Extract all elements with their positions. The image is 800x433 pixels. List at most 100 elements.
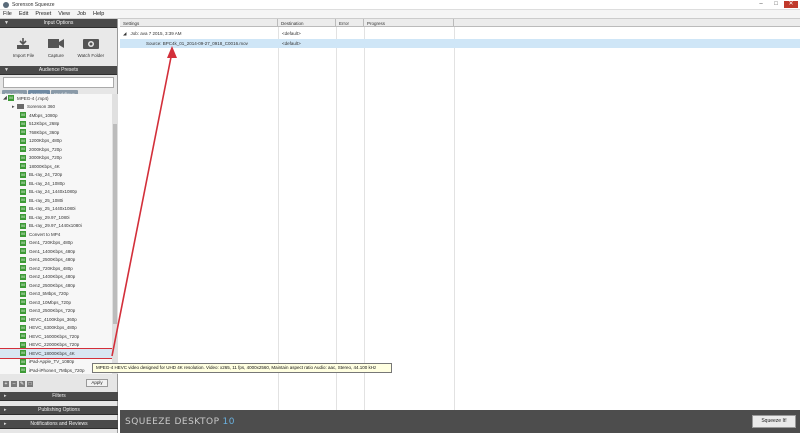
remove-preset-icon[interactable]: – xyxy=(11,380,17,387)
preset-list-item[interactable]: M 768Kbps_360p xyxy=(0,128,112,137)
preset-list-item[interactable]: M HEVC_18000Kbps_4K xyxy=(0,348,112,359)
mpeg4-preset-icon: M xyxy=(20,205,26,212)
job-row[interactable]: ◢ Job: ava 7 2015, 3:39 AM <default> xyxy=(120,29,800,38)
preset-list-item[interactable]: M Gen3_2500Kbps_720p xyxy=(0,307,112,316)
menu-bar: File Edit Preset View Job Help xyxy=(0,10,800,19)
preset-list-item[interactable]: M HEVC_4100Kbps_360p xyxy=(0,315,112,324)
column-destination[interactable]: Destination xyxy=(278,19,336,27)
preset-list-item-label: Gen3_10Mbps_720p xyxy=(29,299,72,305)
input-options-title: Input Options xyxy=(43,20,74,26)
tree-scrollbar[interactable] xyxy=(112,94,118,374)
apply-button[interactable]: Apply xyxy=(86,379,108,387)
preset-list-item[interactable]: M Gen3_10Mbps_720p xyxy=(0,298,112,307)
preset-list-item[interactable]: M BL-ray_24_720p xyxy=(0,171,112,180)
copy-preset-icon[interactable]: □ xyxy=(27,380,33,387)
preset-list-item[interactable]: M BL-ray_25_1080i xyxy=(0,196,112,205)
source-destination: <default> xyxy=(282,41,301,46)
column-progress[interactable]: Progress xyxy=(364,19,454,27)
preset-list-item[interactable]: M Gen2_1400Kbps_480p xyxy=(0,273,112,282)
preset-list-item[interactable]: M 3000Kbps_720p xyxy=(0,154,112,163)
preset-list-item-label: 768Kbps_360p xyxy=(29,129,60,135)
mpeg4-preset-icon: M xyxy=(20,367,26,374)
preset-list-item-label: 1200Kbps_480p xyxy=(29,138,62,144)
capture-button[interactable]: Capture xyxy=(47,37,64,58)
preset-list-item[interactable]: M HEVC_22000Kbps_720p xyxy=(0,341,112,350)
folder-icon xyxy=(17,104,24,110)
preset-list-item[interactable]: M BL-ray_29.97_1440x1080i xyxy=(0,222,112,231)
tree-root-item[interactable]: ◢ M MPEG-4 (.mp4) xyxy=(0,94,112,103)
menu-help[interactable]: Help xyxy=(93,11,104,17)
preset-list-item-label: 3000Kbps_720p xyxy=(29,155,62,161)
squeeze-it-button[interactable]: Squeeze It! xyxy=(752,415,796,428)
tree-group-label: Sorenson 360 xyxy=(27,104,56,110)
expand-arrow-icon: ▸ xyxy=(4,407,7,413)
preset-list-item[interactable]: M BL-ray_25_1440x1080i xyxy=(0,205,112,214)
mpeg4-preset-icon: M xyxy=(20,248,26,255)
preset-list-item[interactable]: M Gen2_720Kbps_480p xyxy=(0,264,112,273)
mpeg4-preset-icon: M xyxy=(20,197,26,204)
preset-search-input[interactable] xyxy=(6,80,113,85)
mpeg4-preset-icon: M xyxy=(20,222,26,229)
preset-list-item-label: Gen3_5Mbps_720p xyxy=(29,291,69,297)
capture-label: Capture xyxy=(47,52,64,58)
preset-list-item[interactable]: M 4Mbps_1080p xyxy=(0,111,112,120)
add-preset-icon[interactable]: + xyxy=(3,380,9,387)
edit-preset-icon[interactable]: ✎ xyxy=(19,380,25,387)
source-row[interactable]: Source: BPC4k_01_2014-09-27_0918_C0016.m… xyxy=(120,39,460,48)
mpeg4-preset-icon: M xyxy=(20,171,26,178)
column-error[interactable]: Error xyxy=(336,19,364,27)
menu-file[interactable]: File xyxy=(3,11,12,17)
preset-list-item[interactable]: M 512Kbps_268p xyxy=(0,120,112,129)
preset-list-item-label: HEVC_18000Kbps_4K xyxy=(29,350,75,356)
publishing-options-header[interactable]: ▸ Publishing Options xyxy=(0,406,118,415)
minimize-button[interactable]: – xyxy=(754,1,768,8)
scroll-thumb[interactable] xyxy=(113,124,117,324)
input-options-header[interactable]: ▼ Input Options xyxy=(0,19,117,28)
mpeg4-preset-icon: M xyxy=(20,307,26,314)
preset-list-item-label: 2000Kbps_720p xyxy=(29,146,62,152)
menu-edit[interactable]: Edit xyxy=(19,11,28,17)
preset-list-item[interactable]: M Gen3_5Mbps_720p xyxy=(0,290,112,299)
expand-arrow-icon[interactable]: ◢ xyxy=(123,31,126,37)
preset-list-item[interactable]: M Gen1_720Kbps_480p xyxy=(0,239,112,248)
preset-list-item[interactable]: M HEVC_6300Kbps_480p xyxy=(0,324,112,333)
import-file-button[interactable]: Import File xyxy=(13,37,34,58)
preset-list-item[interactable]: M Convert to MP4 xyxy=(0,230,112,239)
preset-search-field[interactable] xyxy=(3,77,114,88)
preset-list-item[interactable]: M HEVC_16000Kbps_720p xyxy=(0,332,112,341)
mpeg4-preset-icon: M xyxy=(20,214,26,221)
preset-list-item-label: HEVC_6300Kbps_480p xyxy=(29,325,77,331)
filters-header[interactable]: ▸ Filters xyxy=(0,392,118,401)
preset-list-item[interactable]: M 18000Kbps_4K xyxy=(0,162,112,171)
column-settings[interactable]: Settings xyxy=(120,19,278,27)
preset-list-item[interactable]: M 1200Kbps_480p xyxy=(0,137,112,146)
import-file-label: Import File xyxy=(12,52,35,58)
close-button[interactable]: ✕ xyxy=(784,1,798,8)
preset-tooltip: MPEG-4 HEVC video designed for UHD 4K re… xyxy=(92,363,392,373)
preset-list-item[interactable]: M BL-ray_29.97_1080i xyxy=(0,213,112,222)
preset-list-item[interactable]: M BL-ray_24_1440x1080p xyxy=(0,188,112,197)
preset-tree: ◢ M MPEG-4 (.mp4) ▸ Sorenson 360 M 4Mbps_… xyxy=(0,94,112,374)
preset-list-item[interactable]: M Gen1_2500Kbps_480p xyxy=(0,256,112,265)
preset-list-item[interactable]: M 2000Kbps_720p xyxy=(0,145,112,154)
menu-view[interactable]: View xyxy=(58,11,70,17)
audience-presets-header[interactable]: ▼ Audience Presets xyxy=(0,66,117,75)
notifications-header[interactable]: ▸ Notifications and Reviews xyxy=(0,420,118,429)
job-label: Job: ava 7 2015, 3:39 AM xyxy=(130,31,182,36)
filters-section: ▸ Filters xyxy=(0,392,118,401)
tree-group-item[interactable]: ▸ Sorenson 360 xyxy=(0,103,112,112)
mpeg4-preset-icon: M xyxy=(20,299,26,306)
maximize-button[interactable]: □ xyxy=(769,1,783,8)
job-queue-panel: Settings Destination Error Progress ◢ Jo… xyxy=(120,19,800,410)
preset-list-item[interactable]: M Gen2_2500Kbps_480p xyxy=(0,281,112,290)
expand-arrow-icon: ▸ xyxy=(4,393,7,399)
preset-list-item-label: iPad-Apple_TV_1080p xyxy=(29,359,75,365)
preset-list-item[interactable]: M Gen1_1400Kbps_480p xyxy=(0,247,112,256)
menu-job[interactable]: Job xyxy=(77,11,86,17)
menu-preset[interactable]: Preset xyxy=(35,11,51,17)
mpeg4-preset-icon: M xyxy=(20,112,26,119)
mpeg4-preset-icon: M xyxy=(20,290,26,297)
source-row-highlight xyxy=(460,39,800,48)
preset-list-item[interactable]: M BL-ray_24_1080p xyxy=(0,179,112,188)
watch-folder-button[interactable]: Watch Folder xyxy=(78,37,104,58)
